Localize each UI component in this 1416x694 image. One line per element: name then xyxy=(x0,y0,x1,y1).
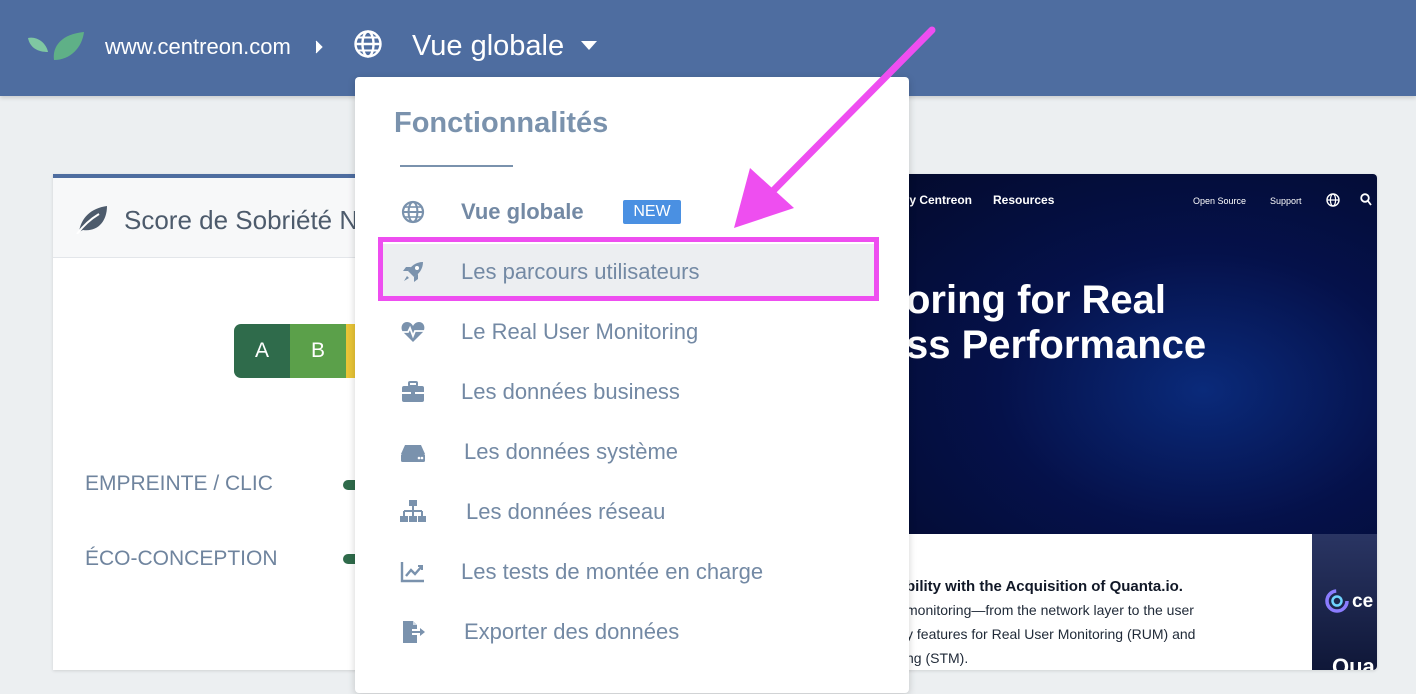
menu-item-label: Les données réseau xyxy=(466,499,666,524)
menu-item-label: Le Real User Monitoring xyxy=(461,319,699,344)
news-text: ng (STM). xyxy=(906,650,969,666)
preview-nav-item: Open Source xyxy=(1193,196,1247,206)
menu-item-label: Les tests de montée en charge xyxy=(461,559,764,584)
menu-title: Fonctionnalités xyxy=(394,107,609,139)
new-badge: NEW xyxy=(623,200,681,224)
website-preview: hy Centreon Resources Open Source Suppor… xyxy=(880,174,1377,670)
menu-item-label: Exporter des données xyxy=(464,619,680,644)
menu-divider xyxy=(400,165,513,167)
sitemap-icon xyxy=(400,500,426,522)
preview-nav-item: Support xyxy=(1270,196,1302,206)
menu-item-label: Les données système xyxy=(464,439,679,464)
promo-text: Qua xyxy=(1332,654,1375,670)
grade-b: B xyxy=(290,324,346,378)
hero-headline: oring for Real xyxy=(906,278,1167,322)
metric-label-footprint: EMPREINTE / CLIC xyxy=(85,472,273,495)
news-block: bility with the Acquisition of Quanta.io… xyxy=(880,534,1312,670)
menu-item-donnees-reseau[interactable]: Les données réseau xyxy=(379,484,877,540)
menu-item-donnees-systeme[interactable]: Les données système xyxy=(379,424,877,480)
view-selector-label[interactable]: Vue globale xyxy=(412,28,564,64)
menu-item-tests-montee-charge[interactable]: Les tests de montée en charge xyxy=(379,544,877,600)
chevron-right-icon xyxy=(315,40,323,54)
globe-icon xyxy=(354,30,382,58)
search-icon xyxy=(1360,193,1372,206)
grade-a: A xyxy=(234,324,290,378)
heartbeat-icon xyxy=(401,322,425,342)
news-title: bility with the Acquisition of Quanta.io… xyxy=(906,578,1183,595)
chart-line-icon xyxy=(400,562,424,583)
promo-logo-text: ce xyxy=(1352,591,1374,612)
menu-item-donnees-business[interactable]: Les données business xyxy=(379,364,877,420)
promo-panel: ce Qua xyxy=(1312,534,1377,670)
page: www.centreon.com Vue globale Score de So… xyxy=(0,0,1416,694)
preview-nav-item: Resources xyxy=(993,193,1055,207)
site-name[interactable]: www.centreon.com xyxy=(105,33,291,61)
export-icon xyxy=(403,621,425,643)
globe-icon xyxy=(401,200,425,224)
briefcase-icon xyxy=(402,381,424,402)
menu-item-exporter-donnees[interactable]: Exporter des données xyxy=(379,604,877,660)
news-text: monitoring—from the network layer to the… xyxy=(906,602,1194,618)
leaf-logo-icon[interactable] xyxy=(26,28,86,64)
preview-hero: hy Centreon Resources Open Source Suppor… xyxy=(880,174,1377,534)
news-text: y features for Real User Monitoring (RUM… xyxy=(906,626,1196,642)
menu-item-real-user-monitoring[interactable]: Le Real User Monitoring xyxy=(379,304,877,360)
annotation-arrow-icon xyxy=(734,26,936,228)
metric-label-ecodesign: ÉCO-CONCEPTION xyxy=(85,547,278,570)
menu-item-label: Vue globale xyxy=(461,199,584,224)
annotation-highlight-box xyxy=(378,237,879,301)
card-title: Score de Sobriété N xyxy=(124,205,359,235)
server-icon xyxy=(401,445,425,462)
centreon-logo-icon xyxy=(1325,589,1349,613)
globe-icon xyxy=(1326,193,1340,207)
menu-item-label: Les données business xyxy=(461,379,680,404)
leaf-icon xyxy=(76,206,107,234)
caret-down-icon[interactable] xyxy=(579,38,599,52)
hero-headline: ss Performance xyxy=(906,323,1207,367)
